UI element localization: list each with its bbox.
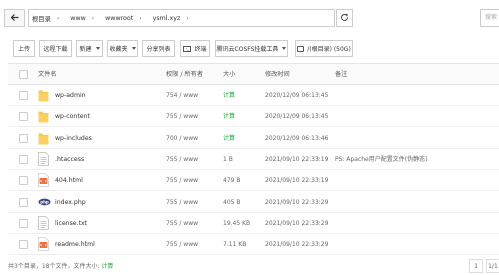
hard-disk-icon bbox=[297, 45, 305, 52]
table-row[interactable]: php index.php 755 / www 405 B 2021/09/10 22:… bbox=[8, 192, 499, 213]
file-size: 1 B bbox=[223, 155, 233, 163]
terminal-button[interactable]: ›_ 终端 bbox=[180, 40, 210, 57]
file-name[interactable]: wp-content bbox=[55, 106, 90, 127]
file-permission[interactable]: 755 / www bbox=[166, 170, 198, 191]
row-checkbox[interactable] bbox=[19, 176, 28, 186]
cosfs-mount-button[interactable]: 腾讯云COSFS挂载工具 bbox=[215, 40, 288, 57]
disk-button[interactable]: /(根目录) (50G) bbox=[295, 40, 353, 57]
calc-size-link[interactable]: 计算 bbox=[223, 85, 235, 106]
file-modified-time: 2021/09/10 22:33:29 bbox=[265, 198, 329, 206]
share-list-button[interactable]: 分享列表 bbox=[142, 40, 175, 57]
file-size: 405 B bbox=[223, 198, 241, 206]
caret-down-icon bbox=[95, 47, 100, 50]
folder-icon bbox=[38, 131, 49, 145]
svg-text:php: php bbox=[40, 199, 49, 204]
file-modified-time: 2021/09/10 22:33:19 bbox=[265, 155, 329, 163]
header-filename[interactable]: 文件名 bbox=[38, 64, 57, 85]
breadcrumb-site[interactable]: ysml.xyz › bbox=[145, 10, 192, 26]
file-name[interactable]: readme.html bbox=[55, 234, 95, 255]
refresh-icon bbox=[340, 13, 349, 24]
page-total: 1/1 bbox=[486, 259, 499, 273]
row-checkbox[interactable] bbox=[19, 154, 28, 164]
file-permission[interactable]: 700 / www bbox=[166, 128, 198, 149]
header-permission[interactable]: 权限 / 所有者 bbox=[166, 64, 203, 85]
remote-download-button[interactable]: 远程下载 bbox=[39, 40, 72, 57]
php-file-icon: php bbox=[38, 195, 51, 209]
file-permission[interactable]: 755 / www bbox=[166, 213, 198, 234]
calc-size-link[interactable]: 计算 bbox=[223, 128, 235, 149]
page-current[interactable]: 1 bbox=[469, 259, 483, 273]
file-name[interactable]: license.txt bbox=[55, 213, 87, 234]
row-checkbox[interactable] bbox=[19, 91, 28, 100]
row-checkbox[interactable] bbox=[19, 240, 28, 250]
path-breadcrumb[interactable]: 根目录 › www › wwwroot › ysml.xyz › bbox=[28, 9, 335, 27]
folder-icon bbox=[38, 88, 49, 102]
table-row[interactable]: 404.html 755 / www 479 B 2021/09/10 22:33:1… bbox=[8, 170, 499, 192]
breadcrumb-wwwroot[interactable]: wwwroot › bbox=[97, 10, 144, 26]
file-permission[interactable]: 755 / www bbox=[166, 192, 198, 213]
header-modified[interactable]: 修改时间 bbox=[265, 64, 290, 85]
caret-down-icon bbox=[131, 47, 136, 50]
table-row[interactable]: wp-admin 754 / www 计算 2020/12/09 06:13:45 bbox=[8, 85, 499, 106]
file-permission[interactable]: 755 / www bbox=[166, 106, 198, 127]
file-size: 7.11 KB bbox=[223, 241, 247, 249]
row-checkbox[interactable] bbox=[19, 197, 28, 207]
back-button[interactable] bbox=[4, 9, 25, 27]
html-file-icon bbox=[38, 237, 49, 251]
breadcrumb-root[interactable]: 根目录 › bbox=[29, 10, 62, 26]
new-button[interactable]: 新建 bbox=[76, 40, 103, 57]
file-note: PS: Apache用户配置文件(伪静态) bbox=[335, 155, 428, 163]
table-row[interactable]: .htaccess 755 / www 1 B 2021/09/10 22:33:19… bbox=[8, 149, 499, 170]
table-row[interactable]: license.txt 755 / www 19.45 KB 2021/09/10 2… bbox=[8, 213, 499, 234]
file-name[interactable]: 404.html bbox=[55, 170, 83, 191]
row-checkbox[interactable] bbox=[19, 218, 28, 228]
caret-down-icon bbox=[282, 47, 287, 50]
file-modified-time: 2021/09/10 22:33:29 bbox=[265, 241, 329, 249]
row-checkbox[interactable] bbox=[19, 133, 28, 143]
table-row[interactable]: wp-includes 700 / www 计算 2020/12/09 06:13:4… bbox=[8, 128, 499, 149]
file-size: 19.45 KB bbox=[223, 219, 251, 227]
file-permission[interactable]: 755 / www bbox=[166, 234, 198, 255]
text-file-icon bbox=[38, 151, 49, 166]
file-permission[interactable]: 755 / www bbox=[166, 149, 198, 170]
text-file-icon bbox=[38, 215, 49, 230]
chevron-right-icon: › bbox=[91, 14, 95, 22]
header-note: 备注 bbox=[335, 71, 348, 78]
upload-button[interactable]: 上传 bbox=[13, 40, 35, 57]
chevron-right-icon: › bbox=[56, 14, 60, 22]
select-all-checkbox[interactable] bbox=[19, 70, 28, 79]
file-size: 479 B bbox=[223, 177, 241, 185]
file-name[interactable]: wp-admin bbox=[55, 85, 86, 106]
refresh-button[interactable] bbox=[336, 9, 353, 27]
arrow-left-icon bbox=[10, 13, 19, 23]
folder-icon bbox=[38, 109, 49, 123]
file-modified-time: 2020/12/09 06:13:45 bbox=[265, 92, 329, 99]
file-name[interactable]: wp-includes bbox=[55, 128, 92, 149]
table-row[interactable]: readme.html 755 / www 7.11 KB 2021/09/10 22… bbox=[8, 234, 499, 256]
footer-summary: 共3个目录，18个文件，文件大小: 计算 bbox=[8, 263, 114, 270]
file-modified-time: 2021/09/10 22:33:19 bbox=[265, 177, 329, 185]
file-modified-time: 2021/09/10 22:33:29 bbox=[265, 219, 329, 227]
file-modified-time: 2020/12/09 06:13:46 bbox=[265, 134, 329, 142]
calc-size-link[interactable]: 计算 bbox=[101, 263, 113, 270]
row-checkbox[interactable] bbox=[19, 112, 28, 122]
search-input[interactable]: 搜索 bbox=[480, 9, 499, 27]
file-permission[interactable]: 754 / www bbox=[166, 85, 198, 106]
calc-size-link[interactable]: 计算 bbox=[223, 106, 235, 127]
file-modified-time: 2020/12/09 06:13:45 bbox=[265, 113, 329, 121]
file-name[interactable]: index.php bbox=[55, 192, 86, 213]
header-size[interactable]: 大小 bbox=[223, 64, 235, 85]
favorites-button[interactable]: 收藏夹 bbox=[107, 40, 138, 57]
terminal-icon: ›_ bbox=[183, 45, 192, 52]
chevron-right-icon: › bbox=[139, 14, 142, 22]
file-name[interactable]: .htaccess bbox=[55, 149, 84, 170]
html-file-icon bbox=[38, 173, 49, 188]
breadcrumb-www[interactable]: www › bbox=[62, 10, 97, 26]
table-row[interactable]: wp-content 755 / www 计算 2020/12/09 06:13:45 bbox=[8, 106, 499, 128]
chevron-right-icon: › bbox=[186, 14, 189, 22]
table-header: 文件名 权限 / 所有者 大小 修改时间 备注 bbox=[8, 63, 499, 85]
